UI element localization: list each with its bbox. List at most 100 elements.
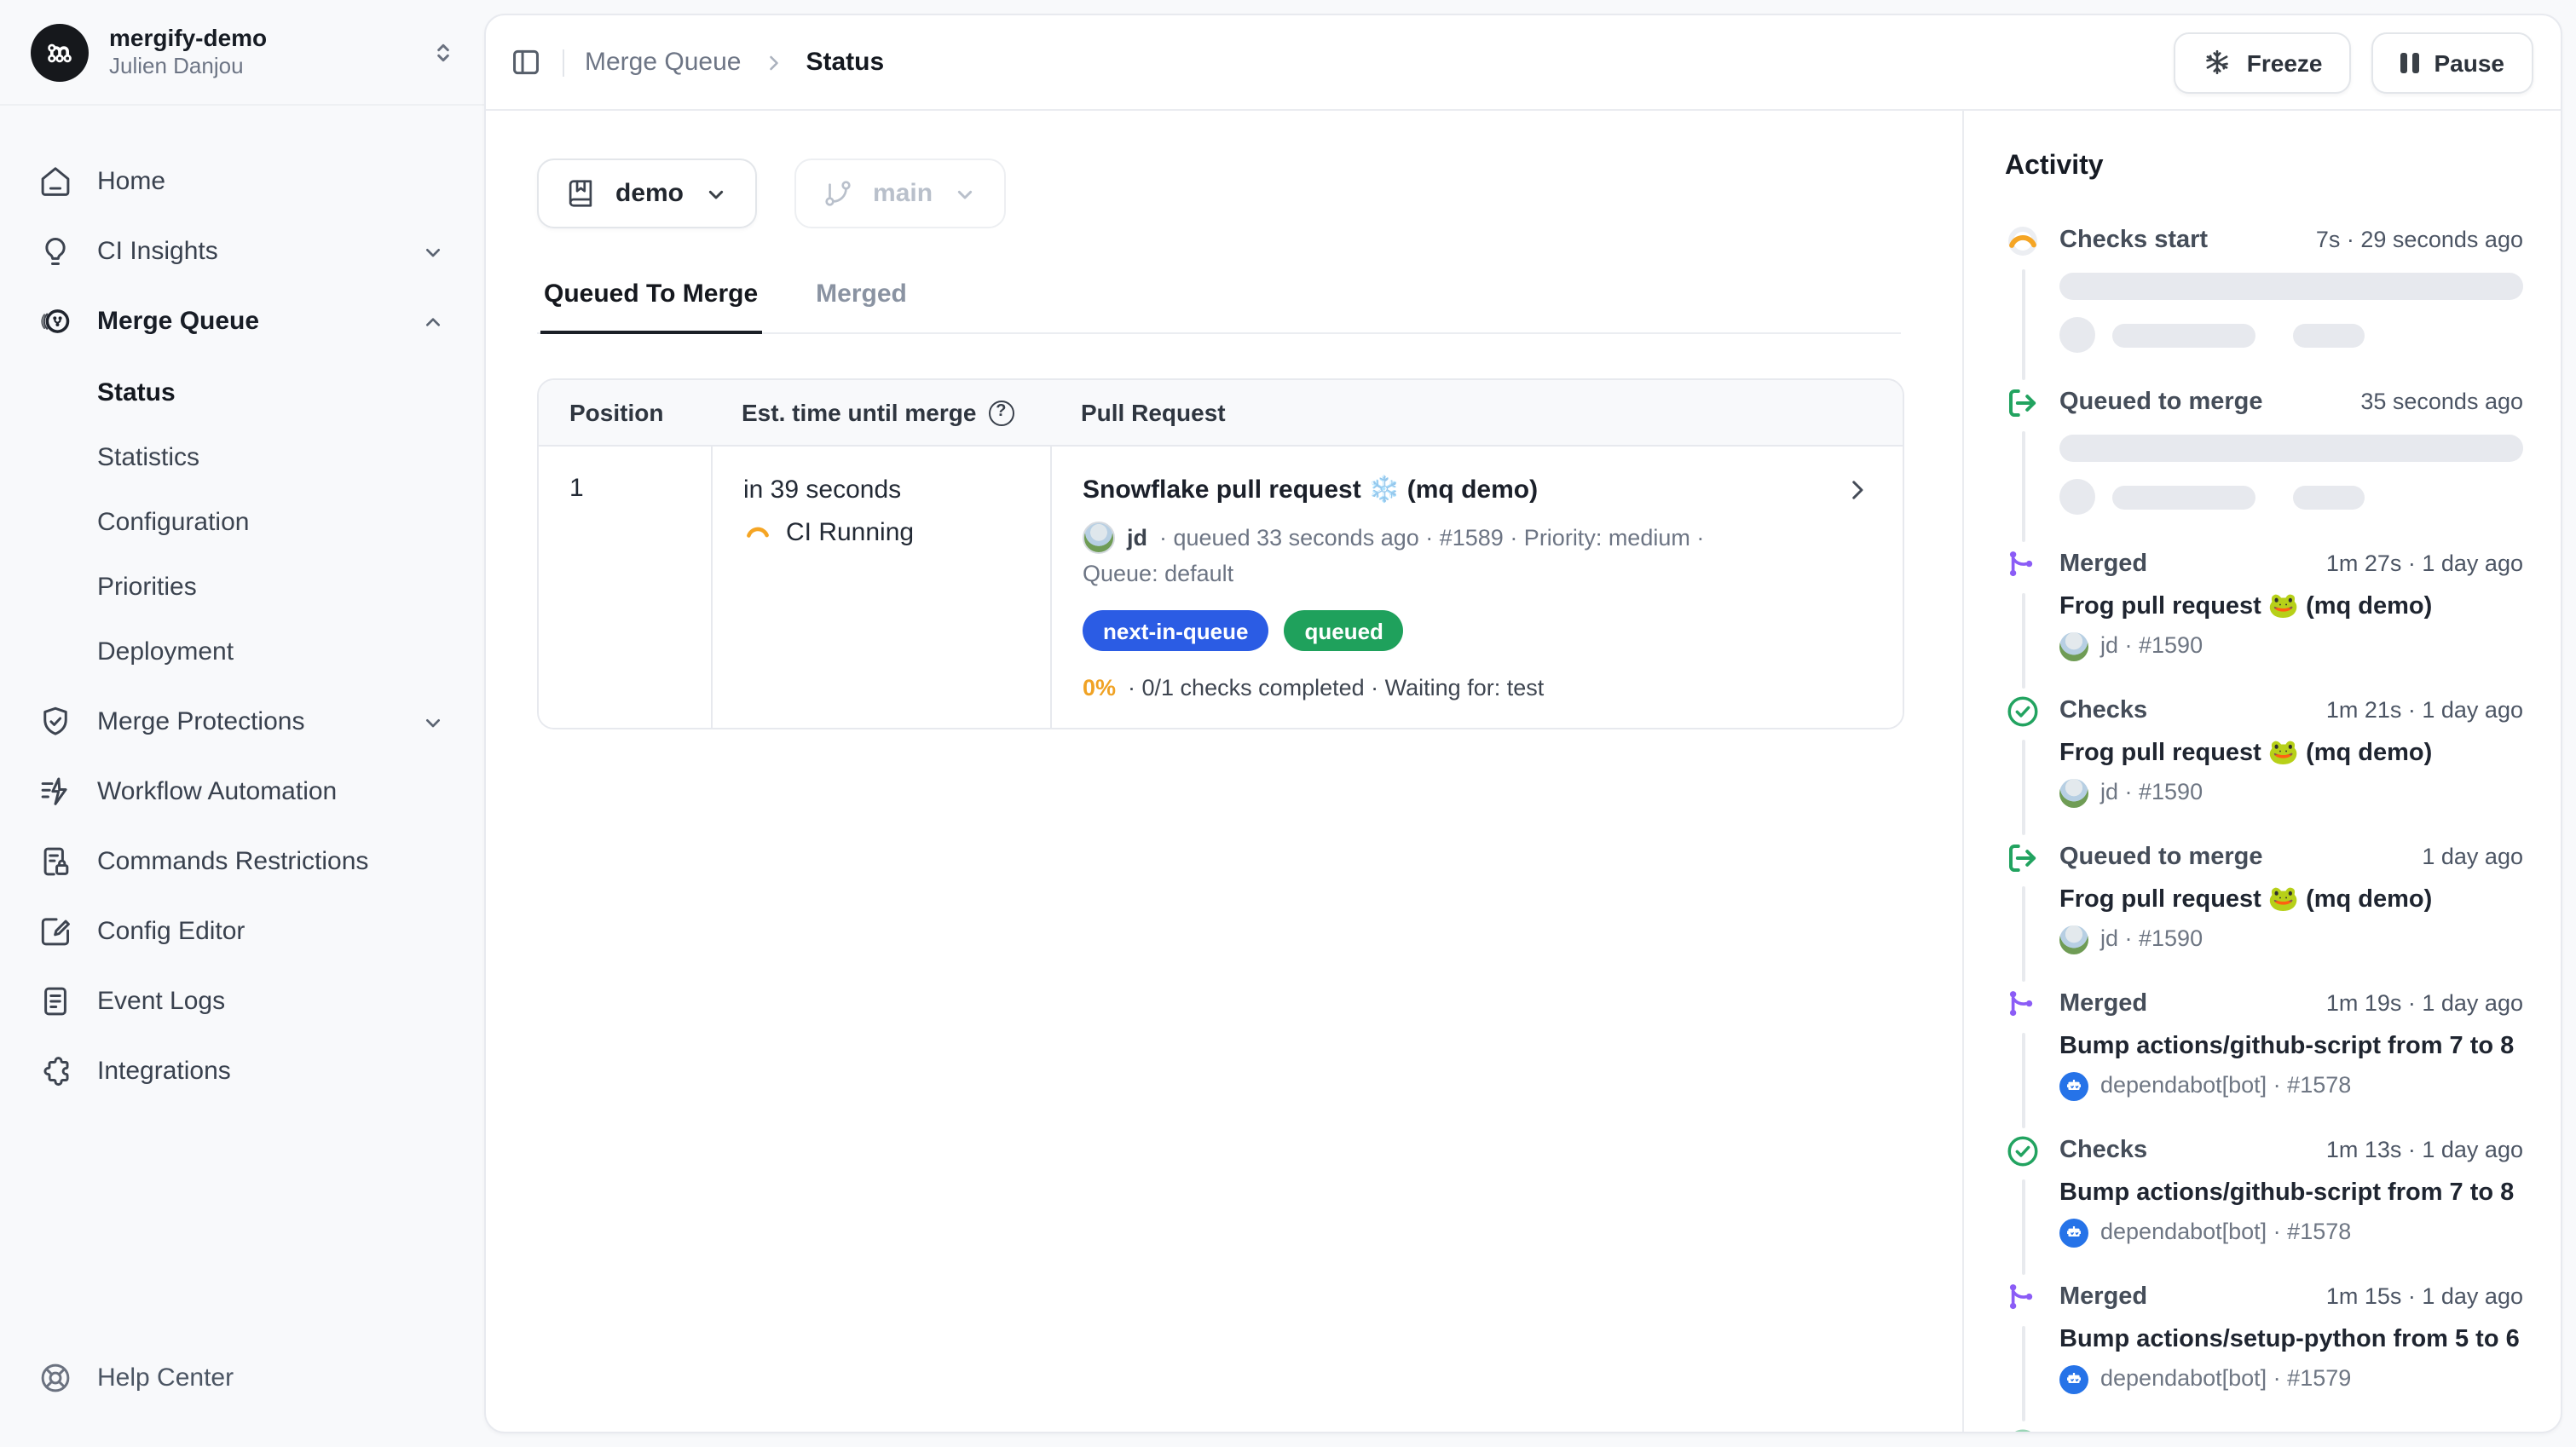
jd-avatar	[2059, 778, 2088, 807]
activity-pr-title[interactable]: Bump actions/github-script from 7 to 8	[2059, 1176, 2523, 1210]
jd-avatar	[2059, 631, 2088, 660]
ci-running-spinner-icon	[743, 518, 772, 547]
activity-entry[interactable]: Merged 1m 15s · 1 day ago Bump actions/s…	[2005, 1280, 2523, 1427]
sidebar-item-event-logs[interactable]: Event Logs	[20, 966, 464, 1036]
page-header: Merge Queue Status Freeze Pause	[486, 15, 2561, 111]
sidebar-item-merge-protections[interactable]: Merge Protections	[20, 687, 464, 757]
sidebar-item-deployment[interactable]: Deployment	[20, 619, 464, 683]
workspace-switcher[interactable]: mergify-demo Julien Danjou	[0, 0, 484, 106]
pr-title[interactable]: Snowflake pull request ❄️ (mq demo)	[1083, 474, 1826, 508]
pause-button[interactable]: Pause	[2372, 32, 2534, 93]
workspace-name: mergify-demo	[109, 24, 409, 53]
sidebar-item-status[interactable]: Status	[20, 360, 464, 424]
author-avatar	[1083, 522, 1115, 554]
puzzle-icon	[38, 1053, 73, 1089]
pause-icon	[2401, 52, 2419, 72]
main-panel: Merge Queue Status Freeze Pause	[484, 14, 2562, 1433]
sidebar-item-merge-queue[interactable]: Merge Queue	[20, 286, 464, 356]
lightbulb-icon	[38, 233, 73, 269]
repository-selector[interactable]: demo	[537, 159, 757, 228]
skeleton-bar	[2059, 273, 2523, 300]
shield-check-icon	[38, 704, 73, 740]
sidebar-item-priorities[interactable]: Priorities	[20, 554, 464, 619]
chevron-down-icon	[419, 708, 447, 735]
tab-merged[interactable]: Merged	[812, 280, 910, 334]
activity-pr-title[interactable]: Bump actions/github-script from 7 to 8	[2059, 1029, 2523, 1064]
activity-pr-title[interactable]: Frog pull request 🐸 (mq demo)	[2059, 883, 2523, 917]
position-cell: 1	[539, 447, 711, 728]
breadcrumb-chevron-icon	[761, 50, 785, 74]
git-merge-icon	[2005, 547, 2041, 583]
chevron-down-icon	[951, 180, 979, 207]
activity-panel: Activity Checks start 7s · 29 seconds ag…	[1962, 111, 2561, 1432]
skeleton-bar	[2112, 485, 2255, 509]
breadcrumb-parent[interactable]: Merge Queue	[585, 48, 741, 77]
workflow-bolt-icon	[38, 774, 73, 810]
branch-selector[interactable]: main	[794, 159, 1006, 228]
sidebar-toggle-icon[interactable]	[510, 46, 542, 78]
sidebar-item-home[interactable]: Home	[20, 147, 464, 216]
queue-table: Position Est. time until merge ? Pull Re…	[537, 378, 1904, 729]
column-est-time: Est. time until merge ?	[711, 380, 1050, 445]
git-merge-icon	[2005, 1280, 2041, 1316]
sidebar-item-configuration[interactable]: Configuration	[20, 489, 464, 554]
chevron-down-icon	[702, 180, 730, 207]
sidebar-item-commands-restrictions[interactable]: Commands Restrictions	[20, 827, 464, 896]
sidebar-nav: Home CI Insights	[0, 106, 484, 1343]
home-icon	[38, 164, 73, 199]
help-icon[interactable]: ?	[988, 400, 1014, 425]
activity-entry[interactable]: Checks 1m 21s · 1 day ago Frog pull requ…	[2005, 694, 2523, 840]
freeze-button[interactable]: Freeze	[2174, 32, 2352, 93]
breadcrumb-current: Status	[806, 48, 884, 77]
skeleton-bar	[2293, 323, 2365, 347]
queued-to-merge-icon	[2005, 840, 2041, 876]
queue-main: demo main Queued To Merge Merged Po	[486, 111, 1962, 1432]
sidebar-item-statistics[interactable]: Statistics	[20, 424, 464, 489]
activity-entry[interactable]: Merged 1m 27s · 1 day ago Frog pull requ…	[2005, 547, 2523, 694]
queue-tabs: Queued To Merge Merged	[537, 280, 1901, 334]
lifebuoy-icon	[38, 1360, 73, 1396]
badge-queued: queued	[1284, 610, 1403, 651]
activity-entry: Checks start 7s · 29 seconds ago	[2005, 223, 2523, 385]
sidebar-item-workflow-automation[interactable]: Workflow Automation	[20, 757, 464, 827]
sidebar-item-help-center[interactable]: Help Center	[20, 1343, 464, 1413]
column-pull-request: Pull Request	[1050, 380, 1903, 445]
unfold-chevrons-icon	[430, 38, 457, 66]
check-circle-icon	[2005, 1133, 2041, 1169]
activity-entry[interactable]: Queued to merge 1 day ago Frog pull requ…	[2005, 840, 2523, 987]
divider	[563, 49, 564, 76]
edit-square-icon	[38, 914, 73, 949]
badge-next-in-queue: next-in-queue	[1083, 610, 1268, 651]
git-merge-icon	[2005, 987, 2041, 1023]
activity-pr-title[interactable]: Bump actions/setup-python from 5 to 6	[2059, 1323, 2523, 1357]
git-branch-icon	[822, 177, 854, 210]
activity-pr-title[interactable]: Frog pull request 🐸 (mq demo)	[2059, 736, 2523, 770]
chevron-down-icon	[419, 238, 447, 265]
tab-queued-to-merge[interactable]: Queued To Merge	[540, 280, 761, 334]
chevron-right-icon[interactable]	[1843, 476, 1872, 504]
sidebar-item-config-editor[interactable]: Config Editor	[20, 896, 464, 966]
activity-entry[interactable]: Checks 1m 13s · 1 day ago Bump actions/g…	[2005, 1133, 2523, 1280]
sidebar-item-ci-insights[interactable]: CI Insights	[20, 216, 464, 286]
pr-meta-text: · queued 33 seconds ago · #1589 · Priori…	[1159, 522, 1704, 554]
skeleton-bar	[2293, 485, 2365, 509]
chevron-up-icon	[419, 308, 447, 335]
check-circle-icon	[2005, 1427, 2041, 1432]
workspace-owner: Julien Danjou	[109, 53, 409, 80]
activity-pr-title[interactable]: Frog pull request 🐸 (mq demo)	[2059, 590, 2523, 624]
skeleton-avatar	[2059, 317, 2095, 353]
merge-queue-icon	[38, 303, 73, 339]
dependabot-icon	[2059, 1364, 2088, 1393]
queue-row[interactable]: 1 in 39 seconds CI Running	[539, 447, 1903, 728]
document-lock-icon	[38, 844, 73, 879]
dependabot-icon	[2059, 1218, 2088, 1247]
app-window: mergify-demo Julien Danjou Home CI Insig…	[0, 0, 2576, 1447]
sidebar-item-integrations[interactable]: Integrations	[20, 1036, 464, 1106]
checks-progress: 0%	[1083, 675, 1116, 700]
pr-queue-name: Queue: default	[1083, 557, 1872, 590]
activity-entry[interactable]: Checks 1m 9s · 1 day ago Bump actions/se…	[2005, 1427, 2523, 1432]
checks-summary: · 0/1 checks completed · Waiting for: te…	[1128, 675, 1544, 700]
author-login: jd	[1127, 522, 1147, 554]
eta-cell: in 39 seconds CI Running	[711, 447, 1050, 728]
activity-entry[interactable]: Merged 1m 19s · 1 day ago Bump actions/g…	[2005, 987, 2523, 1133]
